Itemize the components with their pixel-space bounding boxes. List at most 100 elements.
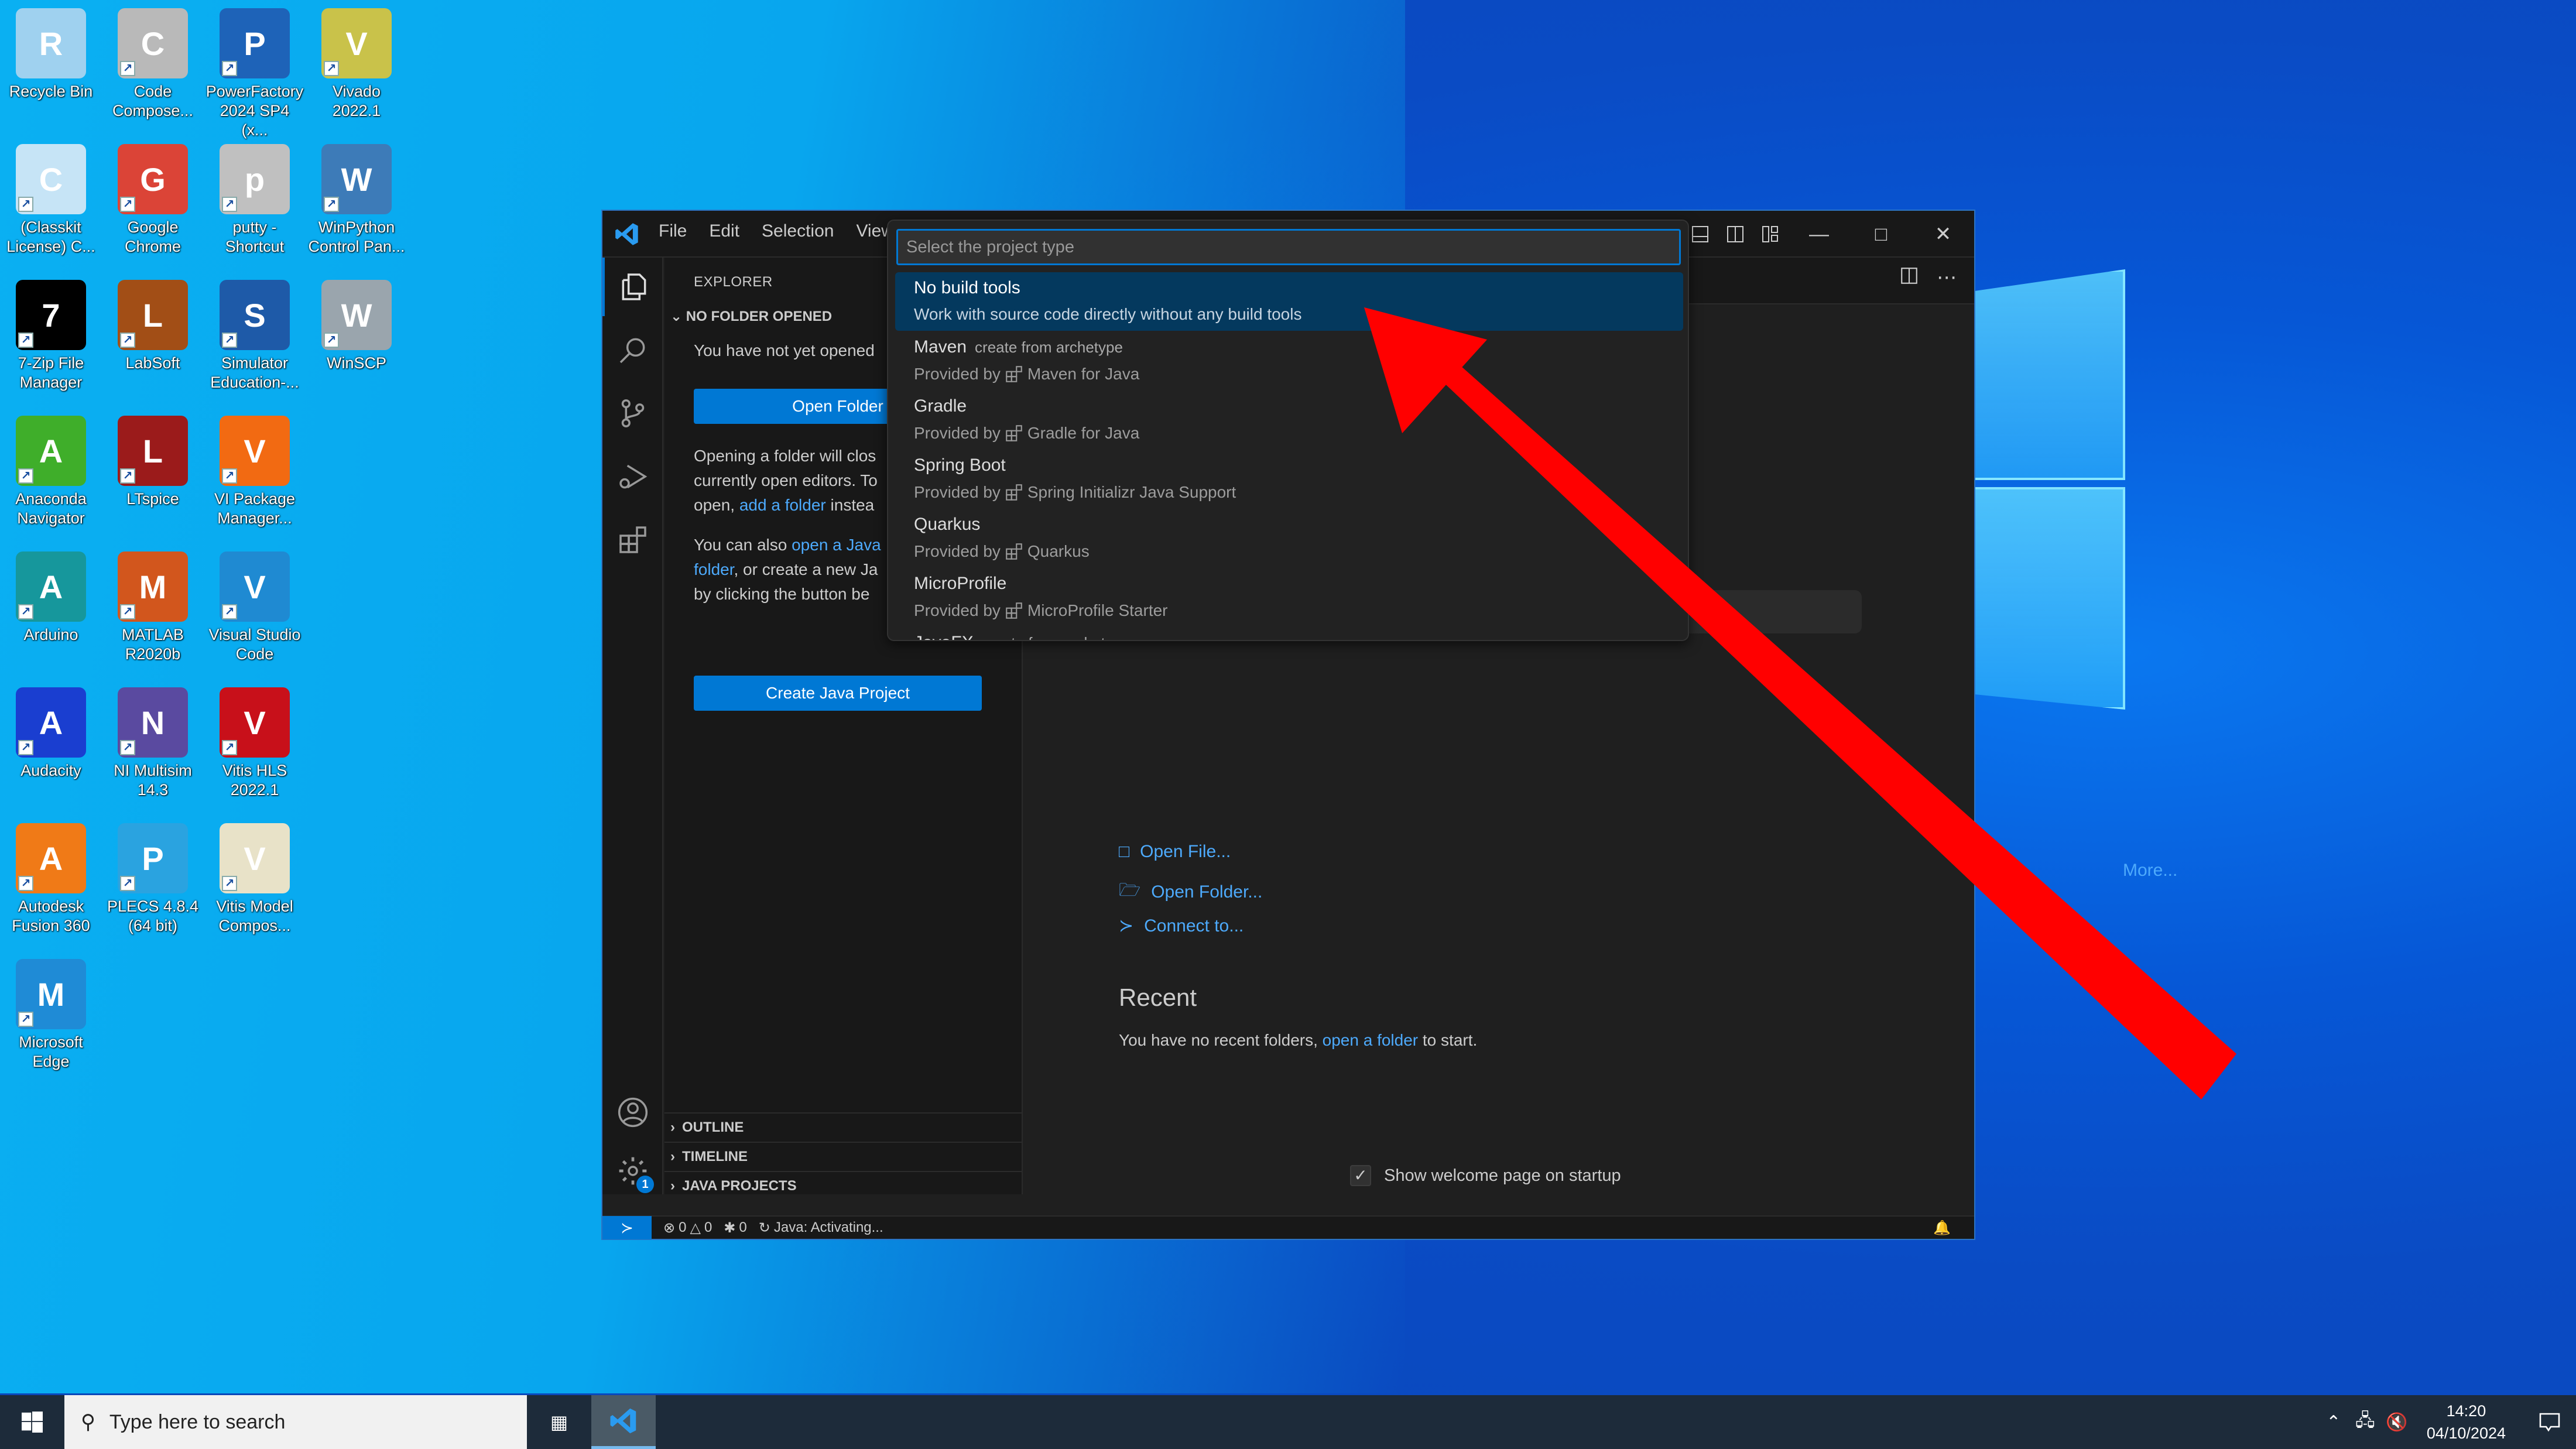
activity-accounts[interactable] [602, 1083, 663, 1142]
volume-muted-icon[interactable]: 🔇 [2381, 1412, 2413, 1433]
more-walkthroughs-link[interactable]: More... [2123, 861, 2177, 881]
desktop-icon[interactable]: C ↗ (Classkit License) C... [1, 144, 101, 256]
shortcut-arrow-icon: ↗ [222, 61, 237, 76]
desktop-icon[interactable]: R Recycle Bin [1, 8, 101, 101]
desktop-icon[interactable]: p ↗ putty - Shortcut [205, 144, 304, 256]
show-welcome-on-startup[interactable]: ✓ Show welcome page on startup [1350, 1165, 1621, 1186]
recycle-bin-icon: R [16, 8, 86, 78]
desktop-icon[interactable]: A ↗ Audacity [1, 687, 101, 780]
project-type-option[interactable]: Spring Boot Provided by Spring Initializr … [895, 450, 1683, 508]
start-button[interactable] [0, 1395, 64, 1449]
ports-status[interactable]: ✱ 0 [724, 1220, 746, 1236]
activity-explorer[interactable] [602, 258, 663, 316]
open-java-folder-link[interactable]: open a Java [792, 536, 881, 554]
classkit-icon: C ↗ [16, 144, 86, 214]
vitis-hls-icon: V ↗ [220, 687, 290, 758]
desktop-icon[interactable]: W ↗ WinSCP [307, 280, 406, 373]
warning-icon: △ [690, 1220, 701, 1236]
java-status[interactable]: ↻ Java: Activating... [759, 1220, 883, 1236]
close-button[interactable]: ✕ [1912, 211, 1974, 258]
desktop-icon[interactable]: V ↗ Visual Studio Code [205, 551, 304, 664]
project-type-input[interactable]: Select the project type [896, 229, 1681, 265]
menu-selection[interactable]: Selection [762, 221, 834, 241]
desktop-icon[interactable]: M ↗ MATLAB R2020b [103, 551, 203, 664]
remote-indicator[interactable]: ≻ [602, 1216, 652, 1239]
fusion360-icon: A ↗ [16, 823, 86, 893]
desktop-icon[interactable]: S ↗ Simulator Education-... [205, 280, 304, 392]
maximize-button[interactable]: □ [1850, 211, 1912, 258]
show-hidden-icons[interactable]: ⌃ [2318, 1412, 2349, 1433]
clock[interactable]: 14:20 04/10/2024 [2427, 1400, 2506, 1444]
startup-checkbox[interactable]: ✓ [1350, 1165, 1371, 1186]
menu-file[interactable]: File [659, 221, 687, 241]
desktop-icon[interactable]: P ↗ PowerFactory 2024 SP4 (x... [205, 8, 304, 140]
open-file-link[interactable]: □ Open File... [1119, 842, 1231, 862]
timeline-panel[interactable]: › TIMELINE [664, 1142, 1023, 1171]
desktop-icon[interactable]: W ↗ WinPython Control Pan... [307, 144, 406, 256]
taskbar-vscode[interactable] [591, 1395, 656, 1449]
add-folder-link[interactable]: add a folder [739, 496, 826, 514]
winpython-icon: W ↗ [321, 144, 392, 214]
activity-run-debug[interactable] [602, 447, 663, 506]
chevron-right-icon: › [670, 1119, 675, 1135]
more-actions-icon[interactable]: ⋯ [1937, 266, 1957, 291]
network-icon[interactable]: 🖧 [2349, 1407, 2381, 1437]
java-projects-panel[interactable]: › JAVA PROJECTS [664, 1171, 1023, 1200]
action-center-icon[interactable] [2523, 1410, 2576, 1434]
desktop-icon[interactable]: V ↗ Vivado 2022.1 [307, 8, 406, 121]
taskbar-search-box[interactable]: ⚲ Type here to search [64, 1395, 527, 1449]
project-type-option[interactable]: Maven create from archetype Provided by Mav… [895, 331, 1683, 390]
activity-source-control[interactable] [602, 384, 663, 443]
desktop-icon[interactable]: L ↗ LTspice [103, 416, 203, 509]
customize-layout-icon[interactable] [1753, 217, 1788, 252]
connect-to-link[interactable]: ≻ Connect to... [1119, 916, 1244, 936]
option-detail: Work with source code directly without a… [914, 305, 1302, 323]
desktop-icon[interactable]: V ↗ Vitis HLS 2022.1 [205, 687, 304, 800]
open-folder-link[interactable]: 🗁 Open Folder... [1119, 877, 1262, 907]
desktop-icon[interactable]: P ↗ PLECS 4.8.4 (64 bit) [103, 823, 203, 936]
project-type-option[interactable]: JavaFXcreate from archetype [895, 627, 1683, 640]
desktop-icon[interactable]: V ↗ Vitis Model Compos... [205, 823, 304, 936]
matlab-icon: M ↗ [118, 551, 188, 622]
desktop-icon[interactable]: A ↗ Anaconda Navigator [1, 416, 101, 528]
extension-icon [1006, 543, 1022, 560]
open-a-folder-link[interactable]: open a folder [1323, 1031, 1418, 1049]
desktop-icon[interactable]: C ↗ Code Compose... [103, 8, 203, 121]
menu-edit[interactable]: Edit [709, 221, 739, 241]
activity-search[interactable] [602, 321, 663, 379]
toggle-secondary-sidebar-icon[interactable] [1718, 217, 1753, 252]
activity-manage[interactable]: 1 [602, 1142, 663, 1200]
desktop-icon-label: Vitis HLS 2022.1 [222, 762, 287, 799]
option-label: JavaFXcreate from archetype [914, 633, 1130, 640]
source-control-icon [621, 399, 645, 427]
task-view-button[interactable]: ▦ [527, 1395, 591, 1449]
open-java-folder-link-2[interactable]: folder [694, 560, 734, 578]
multisim-icon: N ↗ [118, 687, 188, 758]
desktop-icon[interactable]: L ↗ LabSoft [103, 280, 203, 373]
project-type-option[interactable]: Quarkus Provided by Quarkus [895, 509, 1683, 567]
desktop-icon-label: Microsoft Edge [19, 1033, 83, 1070]
desktop-icon-label: Arduino [23, 626, 78, 643]
extension-icon [1006, 425, 1022, 441]
desktop-icon[interactable]: N ↗ NI Multisim 14.3 [103, 687, 203, 800]
split-editor-icon[interactable] [1899, 266, 1919, 291]
shortcut-arrow-icon: ↗ [18, 876, 33, 891]
activity-extensions[interactable] [602, 511, 663, 569]
notifications-bell-icon[interactable]: 🔔 [1933, 1220, 1951, 1236]
desktop-icon[interactable]: 7 ↗ 7-Zip File Manager [1, 280, 101, 392]
create-java-project-button[interactable]: Create Java Project [694, 676, 982, 711]
desktop-icon[interactable]: M ↗ Microsoft Edge [1, 959, 101, 1071]
project-type-option[interactable]: No build tools Work with source code dire… [895, 272, 1683, 331]
desktop-icon[interactable]: A ↗ Autodesk Fusion 360 [1, 823, 101, 936]
option-label: Quarkus [914, 515, 981, 534]
desktop-icon-label: Recycle Bin [9, 83, 93, 100]
desktop-icon[interactable]: A ↗ Arduino [1, 551, 101, 645]
problems-status[interactable]: ⊗ 0 △ 0 [663, 1220, 712, 1236]
desktop-icon[interactable]: G ↗ Google Chrome [103, 144, 203, 256]
no-folder-section[interactable]: ⌄ NO FOLDER OPENED [670, 308, 832, 325]
minimize-button[interactable]: — [1788, 211, 1850, 258]
outline-panel[interactable]: › OUTLINE [664, 1112, 1023, 1142]
desktop-icon[interactable]: V ↗ VI Package Manager... [205, 416, 304, 528]
project-type-option[interactable]: MicroProfile Provided by MicroProfile Star… [895, 568, 1683, 626]
project-type-option[interactable]: Gradle Provided by Gradle for Java [895, 390, 1683, 449]
